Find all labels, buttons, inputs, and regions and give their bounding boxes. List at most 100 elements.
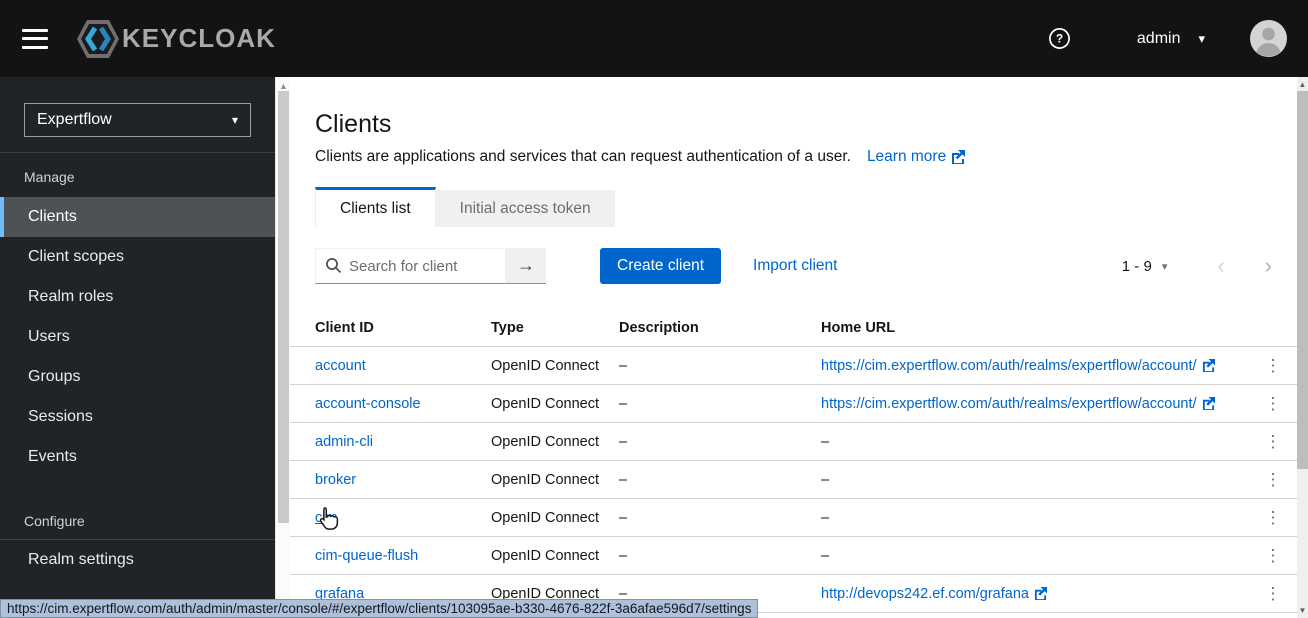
client-type-cell: OpenID Connect	[491, 509, 600, 526]
tab-initial-access-token[interactable]: Initial access token	[435, 190, 615, 227]
client-description-cell: –	[619, 395, 628, 412]
keycloak-logo-text: KEYCLOAK	[122, 23, 276, 53]
sidebar-item-label: Users	[28, 328, 70, 345]
chevron-down-icon: ▾	[1198, 30, 1205, 46]
client-description-cell: –	[619, 509, 628, 526]
search-icon	[325, 257, 342, 274]
avatar[interactable]	[1250, 20, 1287, 57]
learn-more-label: Learn more	[866, 148, 947, 165]
nav-section-configure: Configure	[24, 513, 85, 529]
pagination-range-dropdown[interactable]: 1 - 9 ▾	[1116, 257, 1174, 276]
kebab-menu-icon[interactable]: ⋮	[1259, 469, 1288, 490]
sidebar-item-users[interactable]: Users	[0, 317, 275, 357]
search-input[interactable]	[315, 248, 506, 284]
table-row: cim-queue-flush OpenID Connect – – ⋮	[290, 537, 1297, 575]
sidebar-item-realm-settings[interactable]: Realm settings	[0, 540, 275, 580]
keycloak-logo: KEYCLOAK	[76, 18, 276, 60]
client-id-link[interactable]: account	[315, 358, 366, 374]
column-header-client-id: Client ID	[315, 319, 374, 336]
sidebar-item-realm-roles[interactable]: Realm roles	[0, 277, 275, 317]
learn-more-link[interactable]: Learn more	[866, 148, 966, 166]
pagination-next-icon[interactable]: ›	[1265, 255, 1272, 277]
client-id-link[interactable]: broker	[315, 472, 356, 488]
home-url-link[interactable]: https://cim.expertflow.com/auth/realms/e…	[821, 358, 1197, 374]
scroll-down-icon[interactable]: ▼	[1297, 604, 1308, 617]
sidebar-item-label: Client scopes	[28, 248, 125, 265]
tab-clients-list[interactable]: Clients list	[315, 187, 436, 227]
client-description-cell: –	[619, 357, 628, 374]
kebab-menu-icon[interactable]: ⋮	[1259, 393, 1288, 414]
svg-text:?: ?	[1056, 32, 1063, 46]
sidebar-item-groups[interactable]: Groups	[0, 357, 275, 397]
sidebar-item-clients[interactable]: Clients	[0, 197, 275, 237]
scrollbar-thumb[interactable]	[278, 91, 289, 523]
kebab-menu-icon[interactable]: ⋮	[1259, 545, 1288, 566]
column-header-home-url: Home URL	[821, 319, 896, 336]
client-type-cell: OpenID Connect	[491, 357, 600, 374]
kebab-menu-icon[interactable]: ⋮	[1259, 583, 1288, 604]
user-dropdown[interactable]: admin ▾	[1137, 30, 1205, 48]
kebab-menu-icon[interactable]: ⋮	[1259, 355, 1288, 376]
table-header-row: Client ID Type Description Home URL	[290, 309, 1297, 347]
external-link-icon	[951, 150, 966, 165]
external-link-icon	[1202, 397, 1215, 411]
client-description-cell: –	[619, 471, 628, 488]
client-home-url-cell: –	[821, 433, 830, 450]
table-row: cim OpenID Connect – – ⋮	[290, 499, 1297, 537]
realm-selector-label: Expertflow	[37, 111, 112, 128]
pagination-prev-icon[interactable]: ‹	[1217, 255, 1224, 277]
column-header-description: Description	[619, 319, 699, 336]
search-submit-button[interactable]: →	[506, 248, 546, 284]
client-home-url-cell: –	[821, 471, 830, 488]
sidebar-item-events[interactable]: Events	[0, 437, 275, 477]
client-home-url-cell: https://cim.expertflow.com/auth/realms/e…	[821, 396, 1249, 412]
client-id-link[interactable]: cim	[315, 510, 338, 526]
masthead: KEYCLOAK ? admin ▾	[0, 0, 1308, 77]
sidebar-item-label: Realm roles	[28, 288, 114, 305]
sidebar-item-label: Events	[28, 448, 77, 465]
client-type-cell: OpenID Connect	[491, 433, 600, 450]
tab-bar: Clients list Initial access token	[315, 187, 1297, 227]
table-row: broker OpenID Connect – – ⋮	[290, 461, 1297, 499]
page-scrollbar[interactable]: ▲ ▼	[1297, 77, 1308, 618]
client-home-url-cell: http://devops242.ef.com/grafana	[821, 586, 1249, 602]
help-icon[interactable]: ?	[1048, 27, 1071, 50]
client-description-cell: –	[619, 547, 628, 564]
sidebar-item-label: Groups	[28, 368, 81, 385]
scroll-up-icon[interactable]: ▲	[1297, 78, 1308, 91]
sidebar-item-sessions[interactable]: Sessions	[0, 397, 275, 437]
sidebar-item-client-scopes[interactable]: Client scopes	[0, 237, 275, 277]
sidebar: Expertflow ▾ Manage Clients Client scope…	[0, 77, 275, 618]
keycloak-logo-icon	[76, 18, 120, 60]
chevron-down-icon: ▾	[1161, 260, 1168, 273]
table-row: admin-cli OpenID Connect – – ⋮	[290, 423, 1297, 461]
sidebar-scrollbar[interactable]: ▲	[275, 77, 290, 618]
table-toolbar: → Create client Import client 1 - 9 ▾ ‹ …	[290, 248, 1297, 284]
client-id-link[interactable]: cim-queue-flush	[315, 548, 418, 564]
clients-table: Client ID Type Description Home URL acco…	[290, 309, 1297, 613]
external-link-icon	[1202, 359, 1215, 373]
realm-selector-dropdown[interactable]: Expertflow ▾	[24, 103, 251, 137]
home-url-link[interactable]: https://cim.expertflow.com/auth/realms/e…	[821, 396, 1197, 412]
sidebar-item-label: Sessions	[28, 408, 93, 425]
table-row: account-console OpenID Connect – https:/…	[290, 385, 1297, 423]
nav-toggle-hamburger-icon[interactable]	[22, 28, 48, 49]
client-type-cell: OpenID Connect	[491, 547, 600, 564]
sidebar-item-label: Realm settings	[28, 551, 134, 568]
external-link-icon	[1034, 587, 1047, 601]
pagination-range-label: 1 - 9	[1121, 257, 1152, 275]
client-id-link[interactable]: admin-cli	[315, 434, 373, 450]
pagination: 1 - 9 ▾ ‹ ›	[1116, 255, 1272, 277]
scrollbar-thumb[interactable]	[1297, 91, 1308, 469]
kebab-menu-icon[interactable]: ⋮	[1259, 507, 1288, 528]
client-description-cell: –	[619, 433, 628, 450]
import-client-link[interactable]: Import client	[753, 257, 837, 275]
column-header-type: Type	[491, 319, 524, 336]
create-client-button[interactable]: Create client	[600, 248, 722, 284]
table-row: account OpenID Connect – https://cim.exp…	[290, 347, 1297, 385]
sidebar-item-label: Clients	[28, 208, 77, 225]
home-url-link[interactable]: http://devops242.ef.com/grafana	[821, 586, 1029, 602]
status-bar-link-preview: https://cim.expertflow.com/auth/admin/ma…	[0, 599, 759, 618]
kebab-menu-icon[interactable]: ⋮	[1259, 431, 1288, 452]
client-id-link[interactable]: account-console	[315, 396, 421, 412]
